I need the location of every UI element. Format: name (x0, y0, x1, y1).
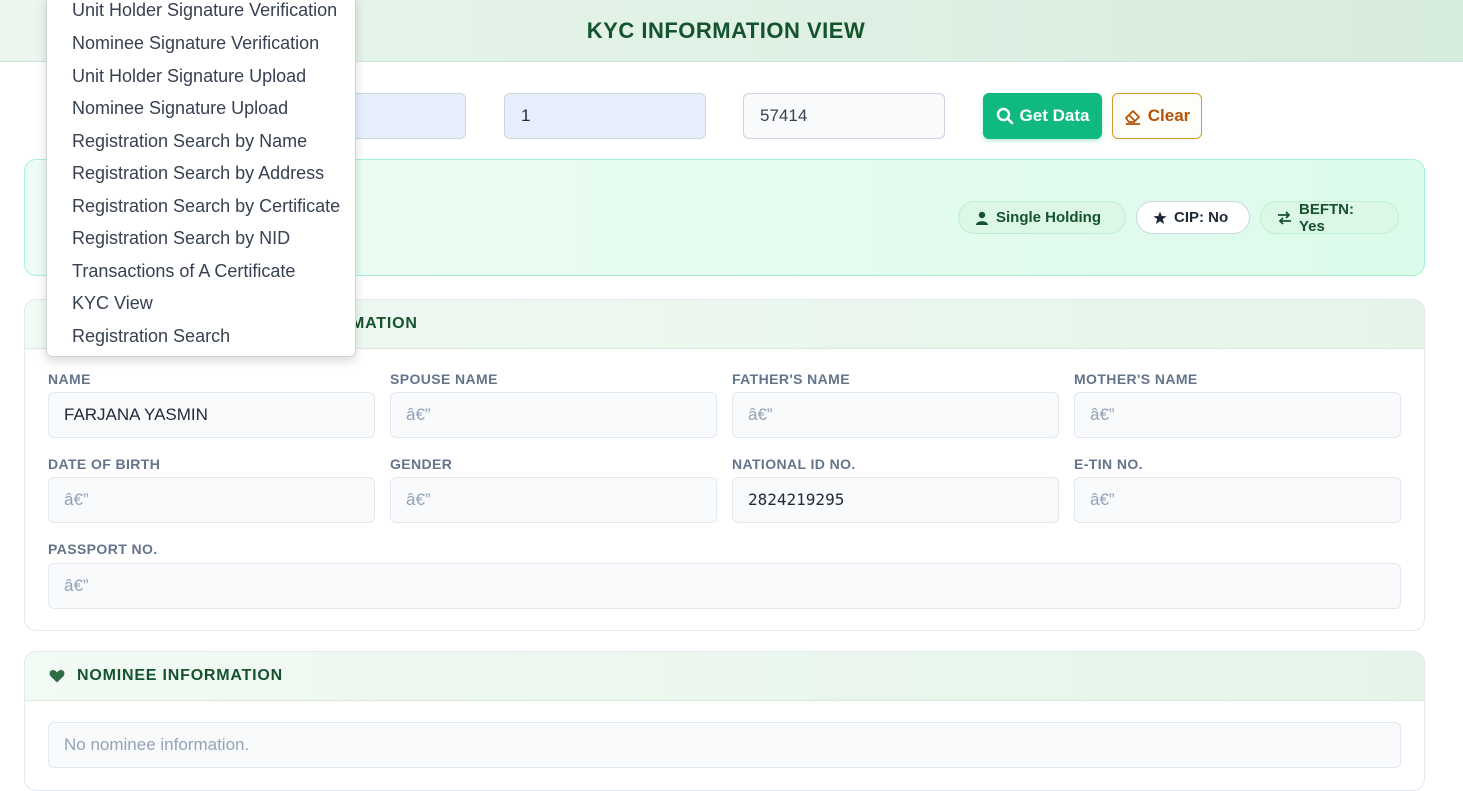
menu-item-registration-search-by-certificate[interactable]: Registration Search by Certificate (72, 196, 340, 217)
menu-item-kyc-view[interactable]: KYC View (72, 293, 153, 314)
transfer-icon (1277, 210, 1292, 225)
name-label: NAME (48, 371, 91, 387)
eraser-icon (1124, 107, 1142, 125)
etin-label: E-TIN NO. (1074, 456, 1143, 472)
dob-field: â€” (48, 477, 375, 523)
clear-label: Clear (1147, 106, 1191, 125)
gender-label: GENDER (390, 456, 453, 472)
spouse-name-field: â€” (390, 392, 717, 438)
menu-item-transactions-of-a-certificate[interactable]: Transactions of A Certificate (72, 261, 295, 282)
holding-type-label: Single Holding (996, 209, 1101, 226)
nominee-info-header: NOMINEE INFORMATION (25, 652, 1424, 701)
beftn-label: BEFTN: Yes (1299, 200, 1354, 235)
nominee-info-card: NOMINEE INFORMATION (24, 651, 1425, 791)
menu-item-nominee-signature-upload[interactable]: Nominee Signature Upload (72, 98, 288, 119)
search-icon (996, 107, 1014, 125)
user-icon (975, 211, 989, 225)
search-field-2[interactable]: 1 (504, 93, 706, 139)
menu-item-unit-holder-signature-verification[interactable]: Unit Holder Signature Verification (72, 0, 337, 21)
passport-label: PASSPORT NO. (48, 541, 158, 557)
mother-name-field: â€” (1074, 392, 1401, 438)
menu-item-registration-search-by-nid[interactable]: Registration Search by NID (72, 228, 290, 249)
menu-item-nominee-signature-verification[interactable]: Nominee Signature Verification (72, 33, 319, 54)
cip-label: CIP: No (1174, 209, 1229, 226)
get-data-label: Get Data (1019, 106, 1090, 125)
beftn-badge: BEFTN: Yes (1260, 200, 1399, 235)
dob-label: DATE OF BIRTH (48, 456, 161, 472)
holding-type-badge: Single Holding (958, 201, 1126, 234)
star-icon (1153, 211, 1167, 225)
name-field: FARJANA YASMIN (48, 392, 375, 438)
etin-field: â€” (1074, 477, 1401, 523)
father-name-label: FATHER'S NAME (732, 371, 850, 387)
nominee-empty-message: No nominee information. (48, 722, 1401, 768)
menu-item-unit-holder-signature-upload[interactable]: Unit Holder Signature Upload (72, 66, 306, 87)
nid-field: 2824219295 (732, 477, 1059, 523)
clear-button[interactable]: Clear (1112, 93, 1202, 139)
passport-field: â€” (48, 563, 1401, 609)
personal-info-title: MATION (351, 315, 418, 332)
heart-icon (49, 669, 65, 683)
nominee-info-title: NOMINEE INFORMATION (77, 667, 284, 684)
gender-field: â€” (390, 477, 717, 523)
get-data-button[interactable]: Get Data (983, 93, 1102, 139)
mother-name-label: MOTHER'S NAME (1074, 371, 1198, 387)
navigation-dropdown-menu: Unit Holder Signature Verification Nomin… (46, 0, 356, 357)
menu-item-registration-search[interactable]: Registration Search (72, 326, 230, 347)
menu-item-registration-search-by-name[interactable]: Registration Search by Name (72, 131, 307, 152)
spouse-name-label: SPOUSE NAME (390, 371, 498, 387)
menu-item-registration-search-by-address[interactable]: Registration Search by Address (72, 163, 324, 184)
nid-label: NATIONAL ID NO. (732, 456, 856, 472)
cip-badge: CIP: No (1136, 201, 1250, 234)
search-field-3[interactable]: 57414 (743, 93, 945, 139)
father-name-field: â€” (732, 392, 1059, 438)
